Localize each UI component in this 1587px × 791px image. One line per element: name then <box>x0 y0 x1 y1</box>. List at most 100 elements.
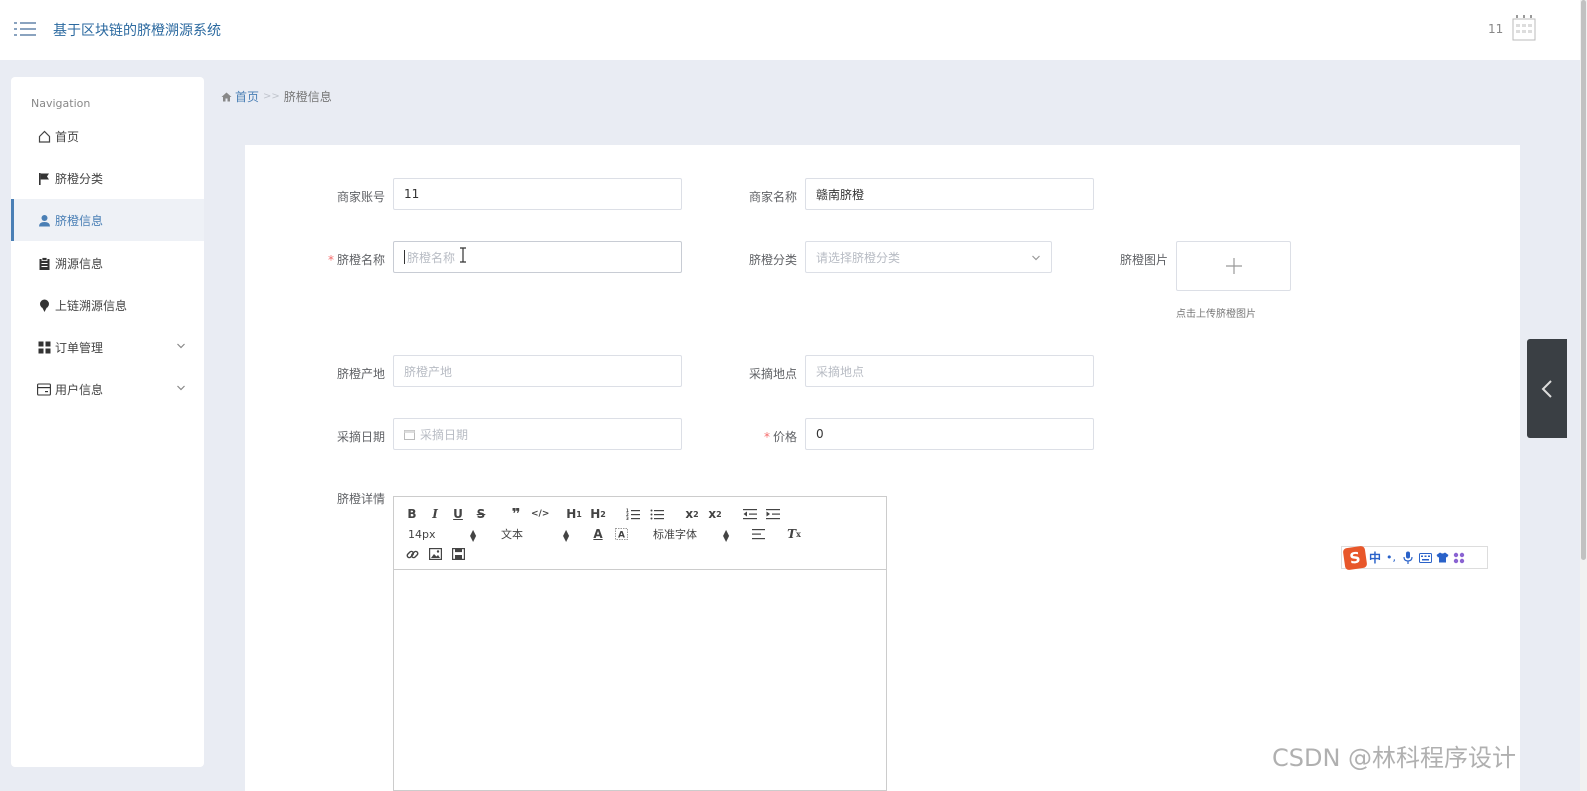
orange-name-label: * 脐橙名称 <box>327 253 385 267</box>
merchant-name-field[interactable]: 赣南脐橙 <box>805 178 1094 210</box>
text-caret <box>404 250 405 264</box>
pick-date-picker[interactable]: 采摘日期 <box>393 418 682 450</box>
font-size-select[interactable]: 14px ▲ ▼ <box>408 526 478 543</box>
sidebar-item-home[interactable]: 首页 <box>11 115 204 157</box>
sidebar-item-category[interactable]: 脐橙分类 <box>11 157 204 199</box>
editor-content-area[interactable] <box>394 571 886 790</box>
clear-format-button[interactable]: Tx <box>786 526 802 542</box>
text-color-button[interactable]: A <box>590 526 606 542</box>
merchant-account-label: 商家账号 <box>336 190 385 204</box>
required-marker: * <box>327 253 334 267</box>
svg-text:A: A <box>618 531 625 541</box>
nav-heading: Navigation <box>31 97 91 110</box>
user-icon <box>37 213 51 227</box>
side-panel-toggle[interactable] <box>1527 339 1567 438</box>
text-cursor-icon <box>460 247 466 263</box>
font-family-select[interactable]: 标准字体 ▲ ▼ <box>653 526 733 543</box>
background-color-button[interactable]: A <box>613 526 629 542</box>
align-left-icon <box>751 529 765 540</box>
image-upload-button[interactable] <box>1176 241 1291 291</box>
outdent-icon <box>743 509 757 520</box>
orange-category-label: 脐橙分类 <box>748 253 797 267</box>
scrollbar-thumb[interactable] <box>1581 0 1586 560</box>
svg-text:3: 3 <box>626 516 629 520</box>
sidebar-item-users[interactable]: 用户信息 <box>11 368 204 410</box>
align-button[interactable] <box>750 526 766 542</box>
sidebar-item-chain-trace[interactable]: 上链溯源信息 <box>11 284 204 326</box>
home-icon <box>221 92 232 101</box>
upload-hint: 点击上传脐橙图片 <box>1176 309 1256 320</box>
pick-location-label: 采摘地点 <box>748 367 797 381</box>
video-icon <box>451 548 465 560</box>
sidebar-item-label: 脐橙分类 <box>55 171 104 186</box>
underline-button[interactable]: U <box>450 506 466 522</box>
link-button[interactable] <box>404 546 420 562</box>
superscript-button[interactable]: x2 <box>707 506 723 522</box>
app-title: 基于区块链的脐橙溯源系统 <box>53 23 221 39</box>
outdent-button[interactable] <box>742 506 758 522</box>
microphone-icon[interactable] <box>1401 551 1415 565</box>
merchant-name-label: 商家名称 <box>748 190 797 204</box>
video-button[interactable] <box>450 546 466 562</box>
sidebar: Navigation 首页 脐橙分类 脐橙信息 溯源信息 上链溯源信息 订单管理… <box>11 77 204 767</box>
required-marker: * <box>763 430 770 444</box>
top-header: 基于区块链的脐橙溯源系统 11 <box>0 0 1587 60</box>
breadcrumb-home-label: 首页 <box>235 90 260 104</box>
ime-mode-toggle[interactable]: 中 <box>1369 549 1381 566</box>
orange-name-input[interactable]: 脐橙名称 <box>393 241 682 273</box>
page-scrollbar[interactable] <box>1580 0 1587 791</box>
apps-icon[interactable] <box>1452 551 1466 565</box>
home-icon <box>37 129 51 143</box>
highlight-icon: A <box>614 528 628 541</box>
indent-button[interactable] <box>765 506 781 522</box>
sidebar-item-trace-info[interactable]: 溯源信息 <box>11 242 204 284</box>
sidebar-item-orders[interactable]: 订单管理 <box>11 326 204 368</box>
ime-logo[interactable]: S <box>1342 545 1368 570</box>
menu-toggle-icon[interactable] <box>14 19 36 39</box>
pick-location-input[interactable]: 采摘地点 <box>805 355 1094 387</box>
sidebar-item-label: 脐橙信息 <box>55 213 104 228</box>
chevron-down-icon <box>1032 255 1040 261</box>
skin-icon[interactable] <box>1435 551 1449 565</box>
grid-icon <box>37 340 51 354</box>
ordered-list-button[interactable]: 123 <box>625 506 641 522</box>
ime-toolbar: S 中 •, <box>1341 545 1488 570</box>
sidebar-item-label: 用户信息 <box>55 382 104 397</box>
subscript-button[interactable]: x2 <box>684 506 700 522</box>
pin-icon <box>37 298 51 312</box>
code-block-button[interactable]: </> <box>531 506 549 522</box>
blockquote-button[interactable]: ❞ <box>508 505 524 523</box>
header2-button[interactable]: H2 <box>590 506 606 522</box>
user-name[interactable]: 11 <box>1488 22 1503 36</box>
price-input[interactable]: 0 <box>805 418 1094 450</box>
italic-button[interactable]: I <box>427 506 443 522</box>
image-button[interactable] <box>427 546 443 562</box>
plus-icon <box>1225 258 1242 274</box>
origin-input[interactable]: 脐橙产地 <box>393 355 682 387</box>
merchant-account-field[interactable]: 11 <box>393 178 682 210</box>
breadcrumb: 首页 >> 脐橙信息 <box>221 88 332 105</box>
rich-text-editor: B I U S ❞ </> H1 H2 123 x2 x2 14px ▲ ▼ 文本… <box>393 496 887 791</box>
sidebar-item-label: 订单管理 <box>55 340 104 355</box>
strike-button[interactable]: S <box>473 506 489 522</box>
keyboard-icon[interactable] <box>1418 551 1432 565</box>
price-label: * 价格 <box>763 430 797 444</box>
orange-image-label: 脐橙图片 <box>1119 253 1168 267</box>
chevron-down-icon <box>177 343 185 349</box>
bullet-list-icon <box>650 509 664 520</box>
details-label: 脐橙详情 <box>336 492 385 506</box>
breadcrumb-current: 脐橙信息 <box>283 90 332 104</box>
header1-button[interactable]: H1 <box>566 506 582 522</box>
bold-button[interactable]: B <box>404 506 420 522</box>
bullet-list-button[interactable] <box>649 506 665 522</box>
ordered-list-icon: 123 <box>626 508 640 520</box>
editor-toolbar: B I U S ❞ </> H1 H2 123 x2 x2 14px ▲ ▼ 文本… <box>394 497 886 570</box>
paragraph-select[interactable]: 文本 ▲ ▼ <box>501 526 571 543</box>
breadcrumb-home[interactable]: 首页 <box>221 88 259 105</box>
sidebar-item-orange-info[interactable]: 脐橙信息 <box>11 199 204 241</box>
punctuation-toggle[interactable]: •, <box>1384 551 1398 565</box>
orange-category-select[interactable]: 请选择脐橙分类 <box>805 241 1052 273</box>
clipboard-icon <box>37 256 51 270</box>
avatar-icon[interactable] <box>1512 14 1536 42</box>
origin-label: 脐橙产地 <box>336 367 385 381</box>
